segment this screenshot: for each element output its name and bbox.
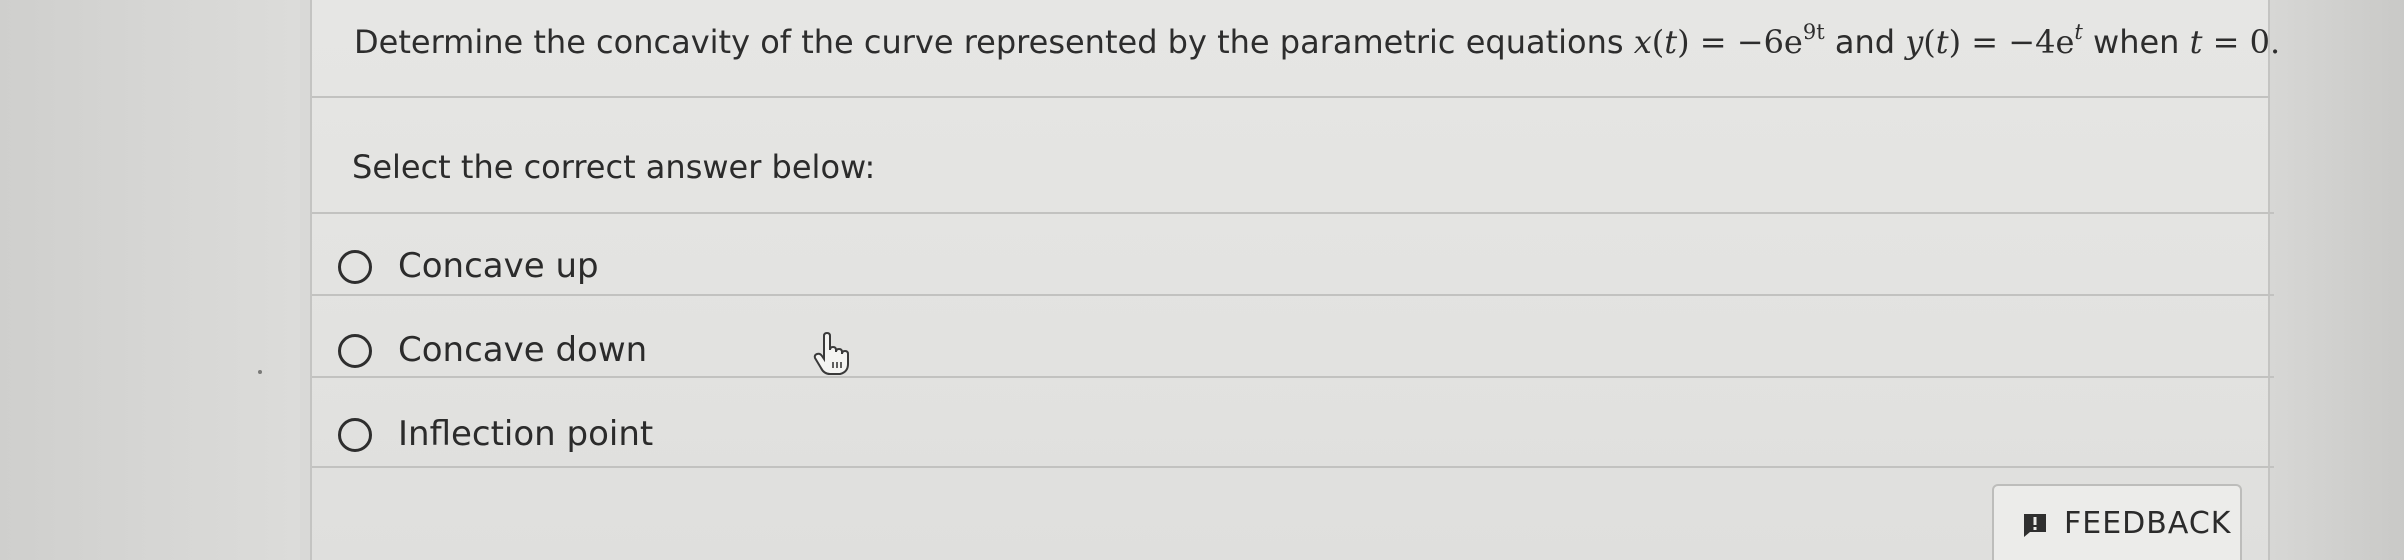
divider [312,294,2274,296]
divider [312,466,2274,468]
divider [312,376,2274,378]
y-equation: y(t) = −4et [1905,20,2083,61]
t-condition: t = 0. [2189,23,2281,61]
question-prefix: Determine the concavity of the curve rep… [354,23,1634,61]
feedback-label: FEEDBACK [2064,506,2232,541]
exclamation-speech-icon [2024,514,2046,537]
background-left [0,0,300,560]
option-label: Concave down [398,330,648,370]
feedback-button[interactable]: FEEDBACK [1992,484,2242,560]
option-label: Inflection point [398,414,654,454]
answer-prompt: Select the correct answer below: [352,148,876,186]
option-concave-down[interactable]: Concave down [312,314,2272,396]
radio-button[interactable] [338,250,372,284]
divider [312,96,2270,98]
divider [312,212,2274,214]
radio-button[interactable] [338,418,372,452]
question-connector: and [1834,23,1896,61]
x-equation: x(t) = −6e9t [1633,20,1825,61]
hand-pointer-icon [813,332,849,375]
question-text: Determine the concavity of the curve rep… [354,20,2280,64]
question-when: when [2093,23,2180,61]
radio-button[interactable] [338,334,372,368]
option-label: Concave up [398,246,599,286]
stray-dot [258,370,262,374]
option-concave-up[interactable]: Concave up [312,230,2272,312]
question-panel: Determine the concavity of the curve rep… [310,0,2280,560]
